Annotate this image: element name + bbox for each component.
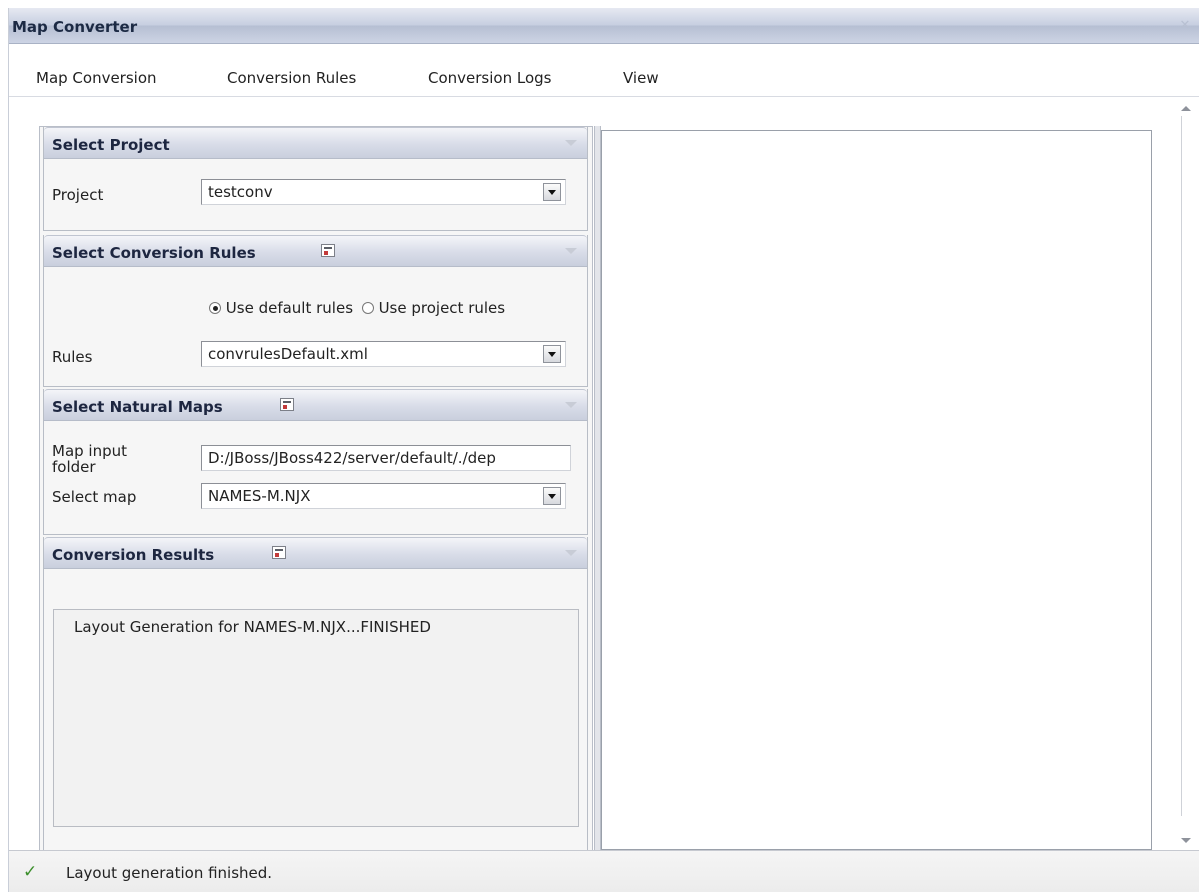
collapse-icon[interactable]	[565, 550, 577, 556]
project-label: Project	[52, 186, 104, 204]
vertical-scrollbar[interactable]	[1177, 98, 1199, 850]
collapse-icon[interactable]	[565, 248, 577, 254]
project-value: testconv	[208, 183, 273, 201]
splitter-handle[interactable]	[594, 126, 601, 860]
map-input-folder-label: Map input folder	[52, 442, 128, 476]
chevron-down-icon[interactable]	[543, 487, 561, 505]
rules-value: convrulesDefault.xml	[208, 345, 368, 363]
panel-title: Conversion Results	[52, 546, 215, 564]
map-input-folder-value: D:/JBoss/JBoss422/server/default/./dep	[208, 449, 496, 467]
results-list[interactable]: Layout Generation for NAMES-M.NJX...FINI…	[53, 609, 579, 827]
report-icon[interactable]	[272, 546, 286, 559]
menu-bar: Map Conversion Conversion Rules Conversi…	[9, 45, 1199, 97]
select-map-select[interactable]: NAMES-M.NJX	[201, 483, 566, 509]
list-item: Layout Generation for NAMES-M.NJX...FINI…	[74, 618, 431, 636]
window-titlebar: Map Converter ✕	[9, 8, 1199, 44]
report-icon[interactable]	[321, 244, 335, 257]
menu-conversion-rules[interactable]: Conversion Rules	[227, 69, 356, 87]
scroll-down-icon[interactable]	[1181, 838, 1191, 843]
select-map-value: NAMES-M.NJX	[208, 487, 311, 505]
panel-title: Select Project	[52, 136, 170, 154]
chevron-down-icon[interactable]	[543, 183, 561, 201]
chevron-down-icon[interactable]	[543, 345, 561, 363]
rules-source-radio-group: Use default rules Use project rules	[209, 299, 505, 317]
rules-select[interactable]: convrulesDefault.xml	[201, 341, 566, 367]
radio-default-rules[interactable]	[209, 302, 221, 314]
panel-select-rules: Select Conversion Rules Use default rule…	[43, 235, 588, 387]
collapse-icon[interactable]	[565, 402, 577, 408]
main-content: Select Project Project testconv Select C…	[9, 98, 1199, 860]
check-icon: ✓	[23, 862, 38, 882]
panel-select-natural-maps: Select Natural Maps Map input folder D:/…	[43, 389, 588, 535]
map-converter-window: Map Converter ✕ Map Conversion Conversio…	[8, 8, 1199, 892]
rules-label: Rules	[52, 348, 93, 366]
panel-title: Select Conversion Rules	[52, 244, 256, 262]
select-map-label: Select map	[52, 488, 137, 506]
status-bar: ✓ Layout generation finished.	[9, 850, 1199, 892]
panel-header: Conversion Results	[44, 537, 587, 569]
scroll-track[interactable]	[1181, 116, 1182, 816]
panel-header: Select Natural Maps	[44, 389, 587, 421]
report-icon[interactable]	[280, 398, 294, 411]
scroll-up-icon[interactable]	[1181, 106, 1191, 111]
window-title: Map Converter	[12, 18, 138, 36]
left-column: Select Project Project testconv Select C…	[39, 126, 593, 860]
map-input-folder-field[interactable]: D:/JBoss/JBoss422/server/default/./dep	[201, 445, 571, 471]
panel-title: Select Natural Maps	[52, 398, 223, 416]
panel-select-project: Select Project Project testconv	[43, 127, 588, 231]
panel-header: Select Conversion Rules	[44, 235, 587, 267]
status-message: Layout generation finished.	[66, 864, 273, 882]
panel-header: Select Project	[44, 127, 587, 159]
preview-pane	[601, 130, 1152, 850]
radio-project-rules-label: Use project rules	[378, 299, 506, 317]
project-select[interactable]: testconv	[201, 179, 566, 205]
menu-view[interactable]: View	[623, 69, 659, 87]
panel-conversion-results: Conversion Results Layout Generation for…	[43, 537, 588, 859]
menu-conversion-logs[interactable]: Conversion Logs	[428, 69, 551, 87]
radio-project-rules[interactable]	[361, 302, 374, 314]
collapse-icon[interactable]	[565, 140, 577, 146]
radio-default-rules-label: Use default rules	[225, 299, 354, 317]
close-icon[interactable]: ✕	[1177, 18, 1193, 34]
menu-map-conversion[interactable]: Map Conversion	[36, 69, 157, 87]
